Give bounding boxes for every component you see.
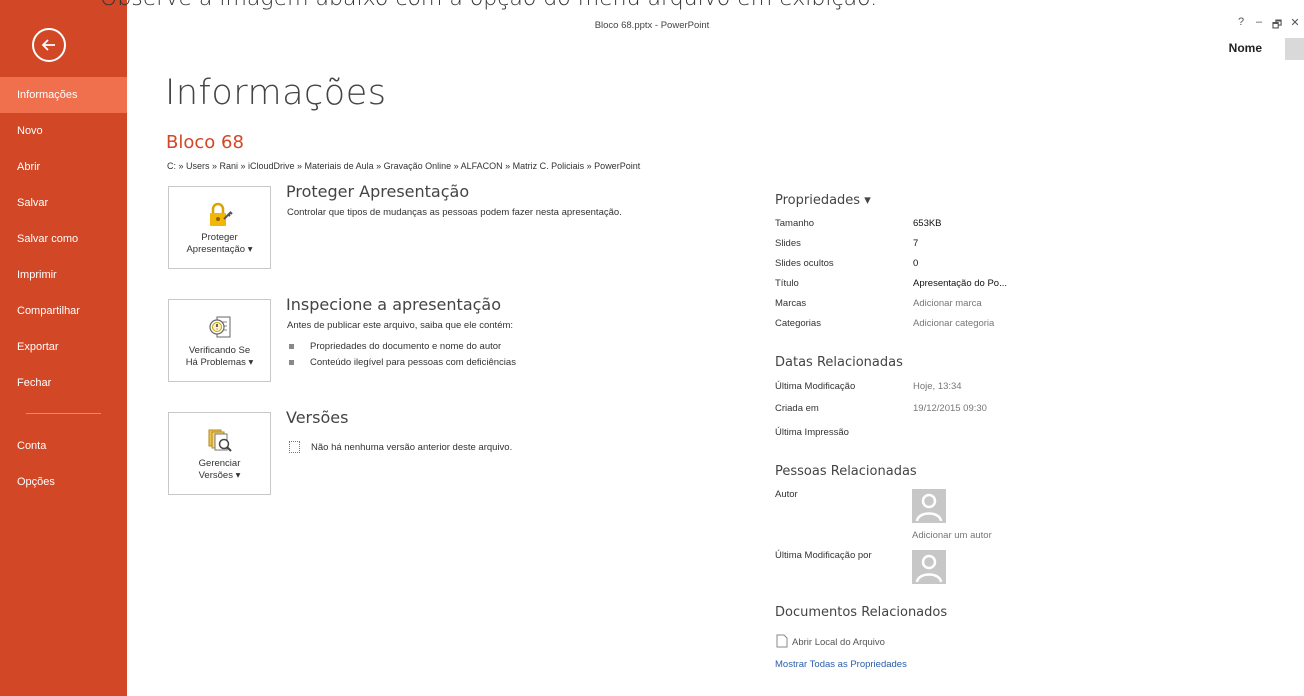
property-key: Slides ocultos	[775, 258, 834, 269]
versions-magnifier-icon	[208, 429, 232, 452]
property-value: 7	[913, 238, 919, 249]
inspect-document-icon	[209, 316, 231, 338]
property-value: 0	[913, 258, 919, 269]
nav-item-salvar-como[interactable]: Salvar como	[0, 221, 127, 257]
person-icon	[915, 493, 943, 522]
property-key: Título	[775, 278, 799, 289]
list-item: Conteúdo ilegível para pessoas com defic…	[287, 355, 516, 371]
section-header: Datas Relacionadas	[775, 355, 903, 370]
open-file-location-link[interactable]: Abrir Local do Arquivo	[775, 634, 885, 648]
nav-item-opcoes[interactable]: Opções	[0, 464, 127, 500]
tile-label: Proteger	[201, 232, 238, 243]
nav-item-exportar[interactable]: Exportar	[0, 329, 127, 365]
versions-section: Gerenciar Versões ▾ Versões Não há nenhu…	[168, 408, 768, 502]
inspect-findings-list: Propriedades do documento e nome do auto…	[287, 339, 516, 371]
author-label: Autor	[775, 489, 798, 500]
arrow-left-icon	[41, 39, 55, 51]
versions-note-text: Não há nenhuma versão anterior deste arq…	[311, 442, 513, 453]
tile-label: Apresentação ▾	[186, 244, 253, 255]
title-value[interactable]: Apresentação do Po...	[913, 278, 1007, 289]
user-name[interactable]: Nome	[1229, 41, 1262, 55]
property-value: 653KB	[913, 218, 942, 229]
property-key: Tamanho	[775, 218, 815, 229]
protect-section: Proteger Apresentação ▾ Proteger Apresen…	[168, 182, 768, 276]
nav-item-imprimir[interactable]: Imprimir	[0, 257, 127, 293]
add-author-link[interactable]: Adicionar um autor	[912, 530, 992, 541]
nav-divider	[26, 413, 101, 414]
document-icon	[289, 441, 300, 453]
document-path: C: » Users » Rani » iCloudDrive » Materi…	[167, 161, 641, 171]
open-file-location-label: Abrir Local do Arquivo	[792, 637, 885, 648]
overlay-caption: Observe a imagem abaixo com a opção do m…	[100, 0, 1100, 11]
backstage-nav: Informações Novo Abrir Salvar Salvar com…	[0, 77, 127, 500]
avatar	[912, 550, 946, 584]
nav-item-novo[interactable]: Novo	[0, 113, 127, 149]
document-name: Bloco 68	[166, 132, 244, 153]
section-description: Controlar que tipos de mudanças as pesso…	[287, 207, 622, 218]
nav-item-informacoes[interactable]: Informações	[0, 77, 127, 113]
tile-label: Verificando Se	[188, 345, 251, 356]
date-value: Hoje, 13:34	[913, 381, 962, 392]
section-header: Pessoas Relacionadas	[775, 464, 917, 479]
protect-presentation-button[interactable]: Proteger Apresentação ▾	[168, 186, 271, 269]
tile-label: Gerenciar	[198, 458, 241, 469]
date-key: Última Modificação	[775, 381, 856, 392]
last-modified-by-label: Última Modificação por	[775, 550, 872, 561]
avatar	[912, 489, 946, 523]
section-title: Versões	[286, 408, 349, 427]
avatar[interactable]	[1285, 38, 1304, 60]
property-key: Marcas	[775, 298, 807, 309]
inspect-section: Verificando Se Há Problemas ▾ Inspecione…	[168, 295, 768, 389]
section-title: Inspecione a apresentação	[286, 295, 502, 314]
restore-icon[interactable]: 🗗	[1268, 16, 1286, 35]
nav-item-abrir[interactable]: Abrir	[0, 149, 127, 185]
property-key: Slides	[775, 238, 801, 249]
nav-item-salvar[interactable]: Salvar	[0, 185, 127, 221]
document-icon	[776, 634, 788, 648]
date-key: Criada em	[775, 403, 819, 414]
show-all-properties-link[interactable]: Mostrar Todas as Propriedades	[775, 659, 907, 670]
versions-note: Não há nenhuma versão anterior deste arq…	[287, 441, 513, 453]
nav-item-fechar[interactable]: Fechar	[0, 365, 127, 401]
nav-item-compartilhar[interactable]: Compartilhar	[0, 293, 127, 329]
manage-versions-button[interactable]: Gerenciar Versões ▾	[168, 412, 271, 495]
nav-item-conta[interactable]: Conta	[0, 428, 127, 464]
tile-label: Há Problemas ▾	[185, 357, 254, 368]
date-key: Última Impressão	[775, 427, 849, 438]
window-title: Bloco 68.pptx - PowerPoint	[594, 20, 710, 31]
add-category-field[interactable]: Adicionar categoria	[913, 318, 994, 329]
tile-label: Versões ▾	[198, 470, 241, 481]
section-header: Documentos Relacionados	[775, 605, 948, 620]
section-title: Proteger Apresentação	[286, 182, 470, 201]
minimize-icon[interactable]: –	[1250, 16, 1268, 35]
close-icon[interactable]: ✕	[1286, 16, 1304, 35]
help-icon[interactable]: ?	[1232, 16, 1250, 35]
page-title: Informações	[165, 73, 387, 113]
properties-dropdown[interactable]: Propriedades ▾	[775, 193, 871, 208]
check-issues-button[interactable]: Verificando Se Há Problemas ▾	[168, 299, 271, 382]
property-key: Categorias	[775, 318, 821, 329]
lock-key-icon	[210, 202, 233, 226]
section-description: Antes de publicar este arquivo, saiba qu…	[287, 320, 514, 331]
list-item: Propriedades do documento e nome do auto…	[287, 339, 516, 355]
window-controls: ? – 🗗 ✕	[1232, 16, 1304, 35]
add-tag-field[interactable]: Adicionar marca	[913, 298, 982, 309]
date-value: 19/12/2015 09:30	[913, 403, 987, 414]
person-icon	[915, 554, 943, 583]
back-button[interactable]	[32, 28, 66, 62]
backstage-sidebar: Informações Novo Abrir Salvar Salvar com…	[0, 0, 127, 696]
